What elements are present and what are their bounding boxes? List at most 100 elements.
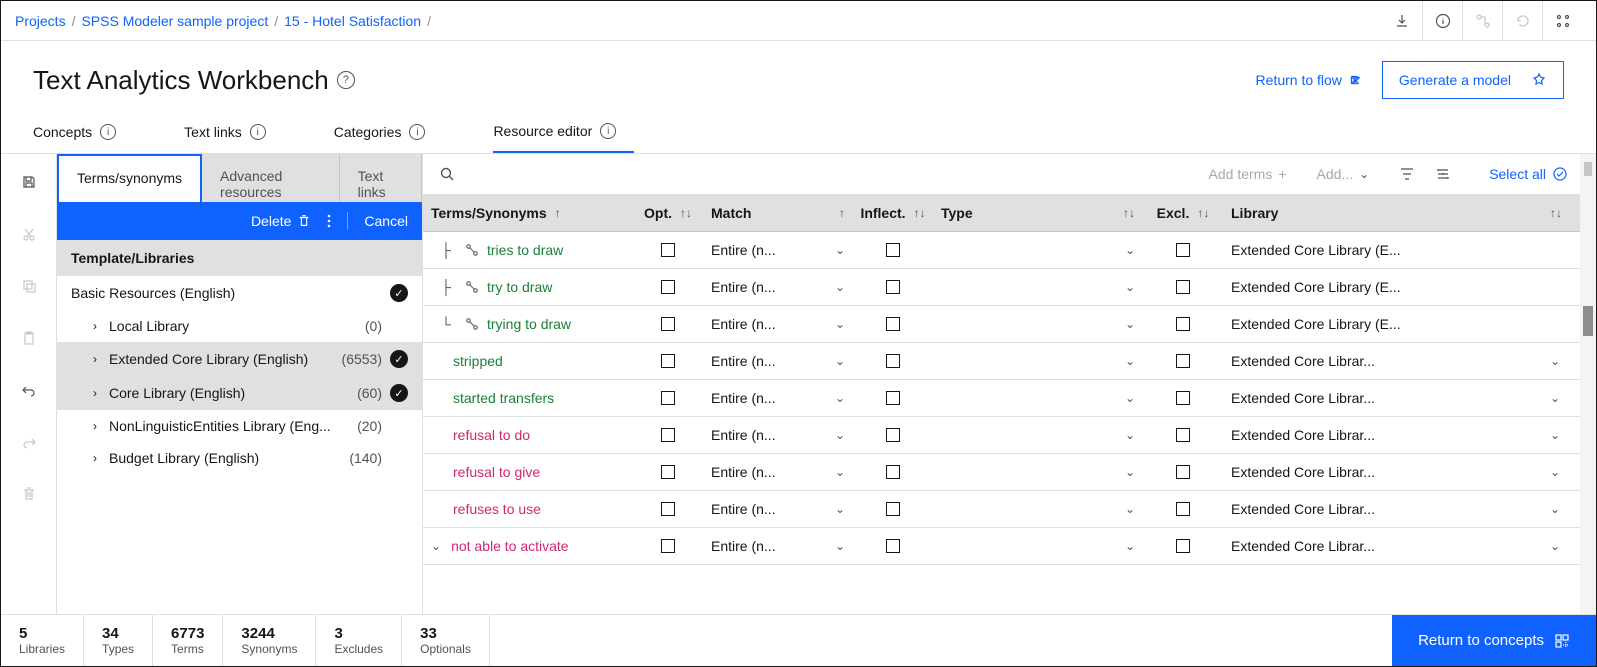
undo-icon[interactable] bbox=[13, 374, 45, 406]
chevron-down-icon[interactable]: ⌄ bbox=[1125, 243, 1135, 257]
breadcrumb-project[interactable]: SPSS Modeler sample project bbox=[81, 13, 268, 29]
chevron-right-icon[interactable]: › bbox=[87, 319, 103, 333]
inflect-checkbox[interactable] bbox=[886, 243, 900, 257]
excl-checkbox[interactable] bbox=[1176, 354, 1190, 368]
table-row[interactable]: ⌄not able to activateEntire (n...⌄⌄Exten… bbox=[423, 528, 1580, 565]
chevron-down-icon[interactable]: ⌄ bbox=[835, 465, 845, 479]
chevron-down-icon[interactable]: ⌄ bbox=[1550, 539, 1560, 553]
chevron-down-icon[interactable]: ⌄ bbox=[1125, 539, 1135, 553]
delete-button[interactable]: Delete bbox=[251, 213, 311, 229]
inflect-checkbox[interactable] bbox=[886, 465, 900, 479]
opt-checkbox[interactable] bbox=[661, 243, 675, 257]
info-icon[interactable]: i bbox=[409, 124, 425, 140]
chevron-right-icon[interactable]: › bbox=[87, 352, 103, 366]
opt-checkbox[interactable] bbox=[661, 317, 675, 331]
opt-checkbox[interactable] bbox=[661, 539, 675, 553]
excl-checkbox[interactable] bbox=[1176, 391, 1190, 405]
opt-checkbox[interactable] bbox=[661, 465, 675, 479]
overflow-button[interactable] bbox=[327, 214, 331, 228]
info-icon[interactable]: i bbox=[600, 123, 616, 139]
return-to-concepts-button[interactable]: Return to concepts bbox=[1392, 615, 1596, 666]
excl-checkbox[interactable] bbox=[1176, 317, 1190, 331]
filter-icon[interactable] bbox=[1399, 166, 1423, 182]
chevron-down-icon[interactable]: ⌄ bbox=[835, 354, 845, 368]
flow-icon[interactable] bbox=[1462, 1, 1502, 41]
inflect-checkbox[interactable] bbox=[886, 428, 900, 442]
library-item[interactable]: ›NonLinguisticEntities Library (Eng...(2… bbox=[57, 410, 422, 442]
inflect-checkbox[interactable] bbox=[886, 391, 900, 405]
return-to-flow-button[interactable]: Return to flow bbox=[1256, 72, 1364, 88]
chevron-down-icon[interactable]: ⌄ bbox=[1125, 280, 1135, 294]
col-inflect[interactable]: Inflect.↑↓ bbox=[853, 195, 933, 231]
tab-concepts[interactable]: Concepts i bbox=[33, 111, 134, 153]
scrollbar[interactable] bbox=[1580, 154, 1596, 614]
opt-checkbox[interactable] bbox=[661, 502, 675, 516]
opt-checkbox[interactable] bbox=[661, 391, 675, 405]
library-item[interactable]: Basic Resources (English)✓ bbox=[57, 276, 422, 310]
table-row[interactable]: strippedEntire (n...⌄⌄Extended Core Libr… bbox=[423, 343, 1580, 380]
table-row[interactable]: refusal to giveEntire (n...⌄⌄Extended Co… bbox=[423, 454, 1580, 491]
info-icon[interactable] bbox=[1422, 1, 1462, 41]
col-excl[interactable]: Excl.↑↓ bbox=[1143, 195, 1223, 231]
chevron-down-icon[interactable]: ⌄ bbox=[835, 539, 845, 553]
chevron-down-icon[interactable]: ⌄ bbox=[1125, 354, 1135, 368]
col-match[interactable]: Match↑ bbox=[703, 195, 853, 231]
terms-grid[interactable]: Terms/Synonyms↑ Opt.↑↓ Match↑ Inflect.↑↓… bbox=[423, 195, 1580, 614]
settings-icon[interactable] bbox=[1435, 166, 1459, 182]
inflect-checkbox[interactable] bbox=[886, 539, 900, 553]
chevron-down-icon[interactable]: ⌄ bbox=[835, 428, 845, 442]
scroll-arrow-up-icon[interactable] bbox=[1584, 162, 1592, 176]
tab-categories[interactable]: Categories i bbox=[334, 111, 444, 153]
excl-checkbox[interactable] bbox=[1176, 465, 1190, 479]
chevron-down-icon[interactable]: ⌄ bbox=[1550, 391, 1560, 405]
sub-tab-advanced[interactable]: Advanced resources bbox=[202, 154, 340, 202]
inflect-checkbox[interactable] bbox=[886, 317, 900, 331]
excl-checkbox[interactable] bbox=[1176, 539, 1190, 553]
chevron-down-icon[interactable]: ⌄ bbox=[431, 539, 441, 553]
redo-icon[interactable] bbox=[13, 426, 45, 458]
library-item[interactable]: ›Local Library(0) bbox=[57, 310, 422, 342]
chevron-down-icon[interactable]: ⌄ bbox=[835, 317, 845, 331]
copy-icon[interactable] bbox=[13, 270, 45, 302]
col-opt[interactable]: Opt.↑↓ bbox=[633, 195, 703, 231]
chevron-down-icon[interactable]: ⌄ bbox=[1125, 465, 1135, 479]
chevron-down-icon[interactable]: ⌄ bbox=[1125, 317, 1135, 331]
table-row[interactable]: ├tries to drawEntire (n...⌄⌄Extended Cor… bbox=[423, 232, 1580, 269]
table-row[interactable]: refuses to useEntire (n...⌄⌄Extended Cor… bbox=[423, 491, 1580, 528]
breadcrumb-projects[interactable]: Projects bbox=[15, 13, 66, 29]
chevron-down-icon[interactable]: ⌄ bbox=[1550, 354, 1560, 368]
info-icon[interactable]: i bbox=[250, 124, 266, 140]
tab-text-links[interactable]: Text links i bbox=[184, 111, 284, 153]
col-terms[interactable]: Terms/Synonyms↑ bbox=[423, 195, 633, 231]
breadcrumb-flow[interactable]: 15 - Hotel Satisfaction bbox=[284, 13, 421, 29]
chevron-down-icon[interactable]: ⌄ bbox=[1125, 428, 1135, 442]
info-icon[interactable]: i bbox=[100, 124, 116, 140]
col-library[interactable]: Library↑↓ bbox=[1223, 195, 1580, 231]
generate-model-button[interactable]: Generate a model bbox=[1382, 61, 1564, 99]
inflect-checkbox[interactable] bbox=[886, 280, 900, 294]
excl-checkbox[interactable] bbox=[1176, 502, 1190, 516]
save-icon[interactable] bbox=[13, 166, 45, 198]
chevron-down-icon[interactable]: ⌄ bbox=[1125, 391, 1135, 405]
delete-icon[interactable] bbox=[13, 478, 45, 510]
excl-checkbox[interactable] bbox=[1176, 280, 1190, 294]
chevron-down-icon[interactable]: ⌄ bbox=[1550, 502, 1560, 516]
scroll-thumb[interactable] bbox=[1583, 306, 1593, 336]
chevron-down-icon[interactable]: ⌄ bbox=[835, 502, 845, 516]
search-icon[interactable] bbox=[435, 162, 459, 186]
excl-checkbox[interactable] bbox=[1176, 243, 1190, 257]
cancel-button[interactable]: Cancel bbox=[364, 213, 408, 229]
chevron-down-icon[interactable]: ⌄ bbox=[835, 243, 845, 257]
excl-checkbox[interactable] bbox=[1176, 428, 1190, 442]
chevron-right-icon[interactable]: › bbox=[87, 451, 103, 465]
chevron-down-icon[interactable]: ⌄ bbox=[1125, 502, 1135, 516]
sub-tab-terms[interactable]: Terms/synonyms bbox=[57, 154, 202, 202]
help-icon[interactable]: ? bbox=[337, 71, 355, 89]
table-row[interactable]: ├try to drawEntire (n...⌄⌄Extended Core … bbox=[423, 269, 1580, 306]
library-item[interactable]: ›Budget Library (English)(140) bbox=[57, 442, 422, 474]
cut-icon[interactable] bbox=[13, 218, 45, 250]
library-item[interactable]: ›Extended Core Library (English)(6553)✓ bbox=[57, 342, 422, 376]
table-row[interactable]: started transfersEntire (n...⌄⌄Extended … bbox=[423, 380, 1580, 417]
chevron-down-icon[interactable]: ⌄ bbox=[1550, 428, 1560, 442]
chevron-right-icon[interactable]: › bbox=[87, 419, 103, 433]
